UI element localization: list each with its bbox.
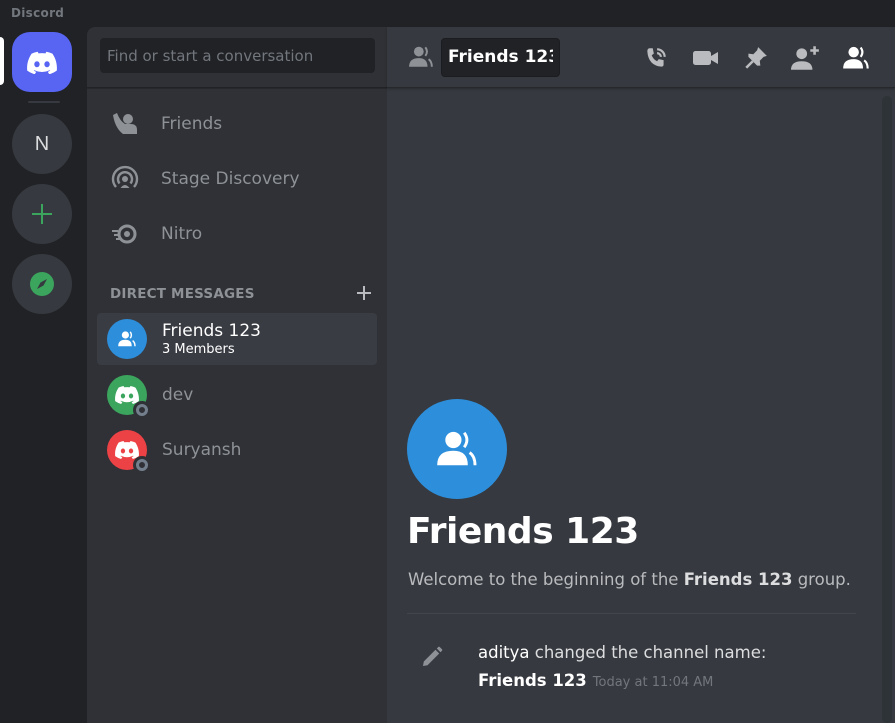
new-channel-name: Friends 123 bbox=[478, 671, 587, 690]
discord-logo-icon bbox=[115, 441, 139, 459]
member-list-toggle[interactable] bbox=[831, 41, 881, 75]
avatar bbox=[107, 430, 151, 474]
group-avatar-large bbox=[407, 399, 507, 499]
nitro-icon bbox=[109, 218, 141, 250]
welcome-title: Friends 123 bbox=[407, 511, 639, 552]
dm-item-dev[interactable]: dev bbox=[97, 369, 377, 421]
search-bar bbox=[87, 27, 387, 88]
chat-header bbox=[387, 27, 895, 88]
dm-member-count: 3 Members bbox=[162, 342, 235, 357]
avatar bbox=[107, 375, 151, 419]
search-input[interactable] bbox=[100, 38, 375, 73]
server-initial: N bbox=[34, 132, 50, 155]
stage-broadcast-icon bbox=[109, 163, 141, 195]
chat-area: Friends 123 Welcome to the beginning of … bbox=[387, 27, 895, 723]
dm-info: Suryansh bbox=[162, 440, 241, 460]
offline-status-icon bbox=[133, 456, 151, 474]
friends-wave-icon bbox=[109, 108, 141, 140]
plus-icon bbox=[32, 204, 52, 224]
scrollbar-track[interactable] bbox=[882, 96, 892, 723]
server-n[interactable]: N bbox=[12, 114, 72, 174]
nav-nitro-label: Nitro bbox=[161, 224, 203, 244]
nav-friends[interactable]: Friends bbox=[97, 102, 377, 146]
discord-logo-icon bbox=[115, 386, 139, 404]
explore-servers-button[interactable] bbox=[12, 254, 72, 314]
avatar bbox=[107, 319, 147, 359]
nav-stage-discovery[interactable]: Stage Discovery bbox=[97, 157, 377, 201]
members-icon bbox=[843, 46, 869, 69]
dm-name: Friends 123 bbox=[162, 321, 261, 341]
message-detail: Friends 123 Today at 11:04 AM bbox=[478, 671, 713, 690]
selected-indicator bbox=[0, 37, 4, 85]
discord-logo-icon bbox=[27, 51, 57, 74]
nav-stage-label: Stage Discovery bbox=[161, 169, 300, 189]
header-toolbar bbox=[631, 41, 881, 75]
server-rail: N bbox=[0, 27, 87, 723]
add-user-icon bbox=[791, 46, 819, 70]
phone-call-icon bbox=[647, 48, 666, 67]
title-bar: Discord bbox=[0, 0, 895, 27]
discord-app: Discord N Find or start a conversation F… bbox=[0, 0, 895, 723]
welcome-subtitle: Welcome to the beginning of the Friends … bbox=[408, 570, 851, 589]
start-video-call-button[interactable] bbox=[681, 41, 731, 75]
dm-sidebar: Friends Stage Discovery Nit bbox=[87, 27, 387, 723]
direct-messages-header: DIRECT MESSAGES bbox=[110, 285, 372, 303]
add-server-button[interactable] bbox=[12, 184, 72, 244]
offline-status-icon bbox=[133, 401, 151, 419]
group-icon bbox=[407, 43, 435, 71]
start-voice-call-button[interactable] bbox=[631, 41, 681, 75]
channel-name-input[interactable] bbox=[441, 37, 560, 77]
divider bbox=[407, 613, 856, 614]
dm-name: dev bbox=[162, 385, 194, 405]
pencil-icon bbox=[420, 645, 444, 674]
message-timestamp: Today at 11:04 AM bbox=[592, 675, 714, 690]
dm-name: Suryansh bbox=[162, 440, 242, 460]
dm-item-friends-123[interactable]: Friends 123 3 Members bbox=[97, 313, 377, 365]
rail-separator bbox=[28, 101, 60, 103]
dm-item-suryansh[interactable]: Suryansh bbox=[97, 424, 377, 476]
app-title: Discord bbox=[11, 6, 65, 20]
pin-icon bbox=[745, 47, 767, 69]
video-camera-icon bbox=[693, 51, 718, 65]
plus-icon bbox=[357, 286, 371, 300]
home-button[interactable] bbox=[12, 32, 72, 92]
nav-nitro[interactable]: Nitro bbox=[97, 212, 377, 256]
message-author[interactable]: aditya bbox=[478, 643, 530, 662]
welcome-prefix: Welcome to the beginning of the bbox=[408, 570, 684, 589]
welcome-suffix: group. bbox=[792, 570, 851, 589]
dm-info: Friends 123 3 Members bbox=[162, 321, 261, 357]
group-icon bbox=[437, 431, 477, 466]
compass-icon bbox=[30, 272, 54, 296]
add-friends-to-dm-button[interactable] bbox=[781, 41, 831, 75]
message-text: changed the channel name: bbox=[529, 643, 767, 662]
message-line: aditya changed the channel name: bbox=[478, 643, 766, 662]
create-dm-button[interactable] bbox=[356, 285, 372, 303]
nav-friends-label: Friends bbox=[161, 114, 223, 134]
dm-info: dev bbox=[162, 385, 193, 405]
welcome-group-name: Friends 123 bbox=[683, 570, 793, 589]
pinned-messages-button[interactable] bbox=[731, 41, 781, 75]
system-message: aditya changed the channel name: Friends… bbox=[387, 641, 867, 701]
direct-messages-label: DIRECT MESSAGES bbox=[110, 286, 255, 302]
group-icon bbox=[118, 331, 136, 347]
